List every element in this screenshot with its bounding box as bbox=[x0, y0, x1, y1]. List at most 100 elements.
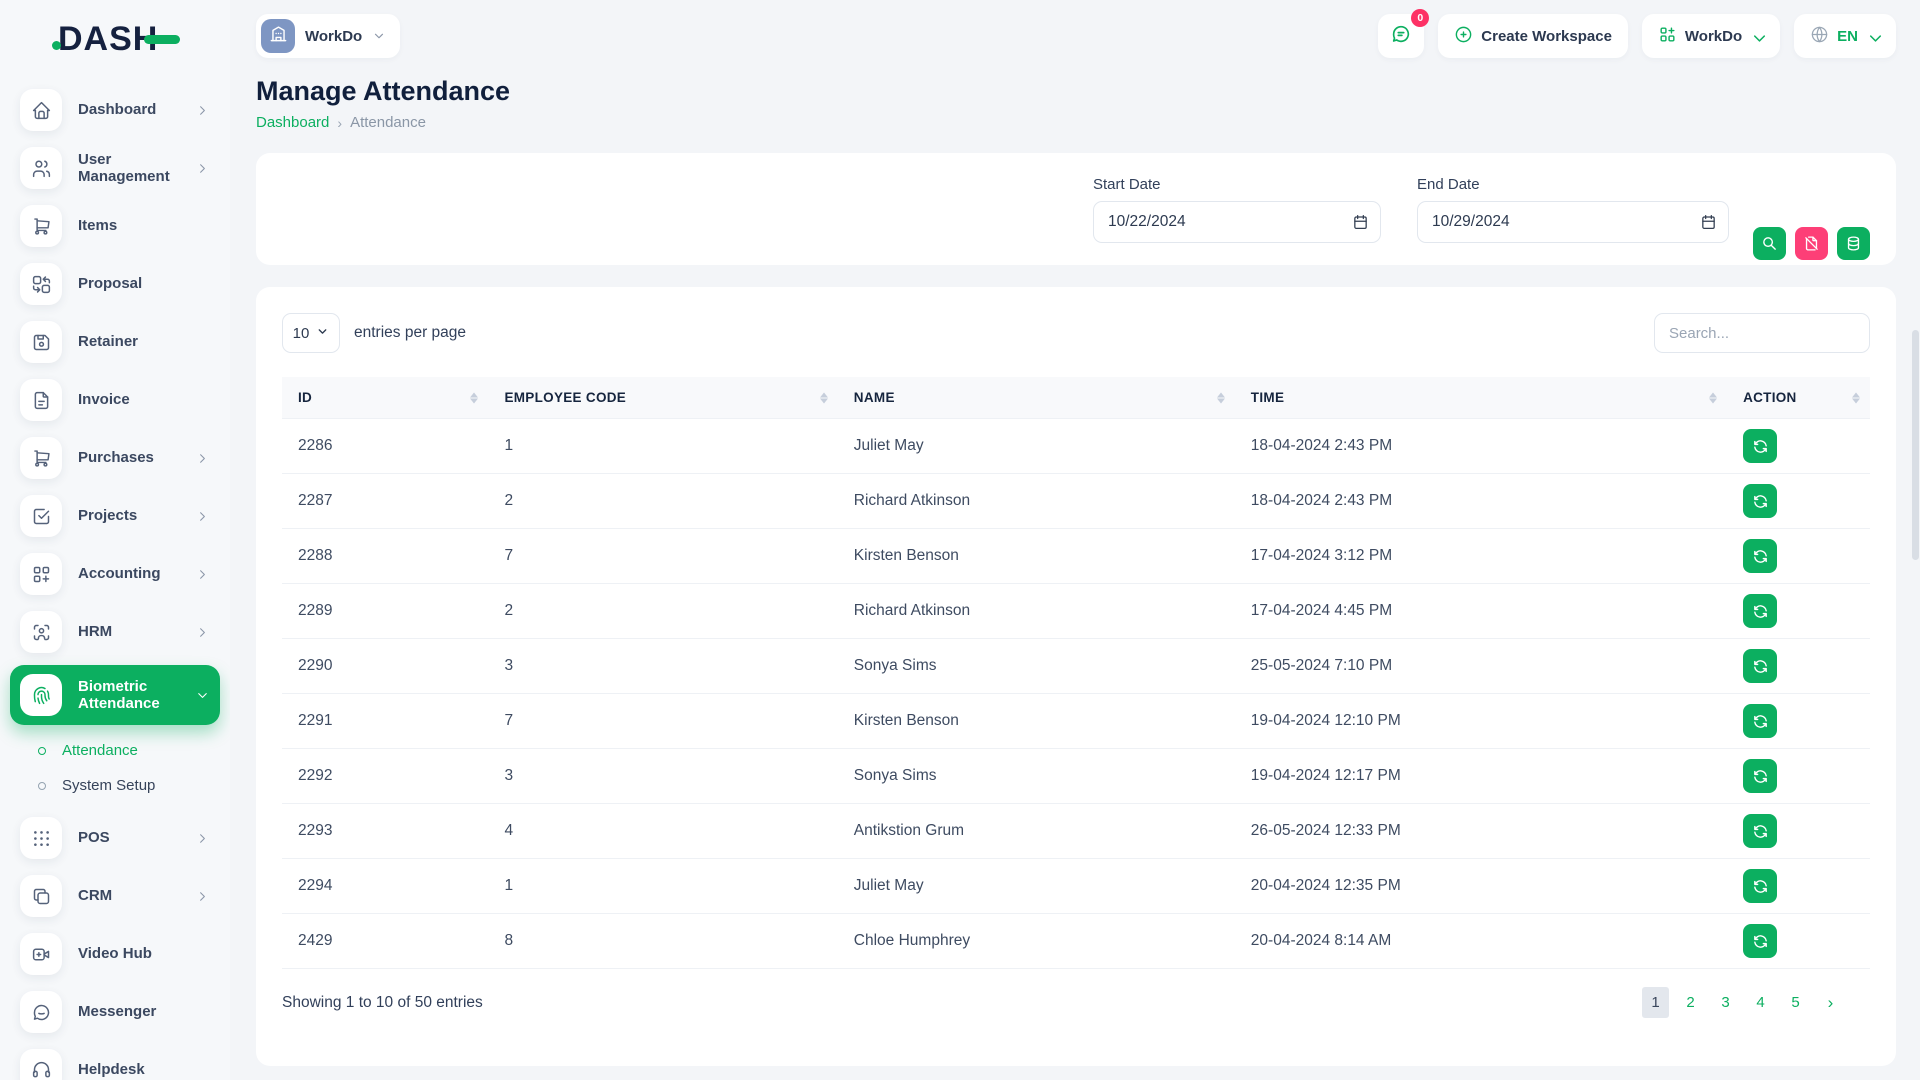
sidebar-item-dashboard[interactable]: Dashboard bbox=[10, 85, 220, 135]
workdo-menu-button[interactable]: WorkDo bbox=[1642, 14, 1780, 58]
user-scan-icon bbox=[31, 622, 52, 643]
table-row: 22923Sonya Sims19-04-2024 12:17 PM bbox=[282, 749, 1870, 804]
sidebar-item-label: Video Hub bbox=[78, 945, 210, 962]
search-filter-button[interactable] bbox=[1753, 227, 1786, 260]
resync-attendance-button[interactable] bbox=[1743, 484, 1777, 518]
grid-add-icon bbox=[1658, 25, 1677, 48]
column-header-action[interactable]: ACTION bbox=[1727, 377, 1870, 419]
sidebar-item-projects[interactable]: Projects bbox=[10, 491, 220, 541]
sort-arrows-icon bbox=[1709, 392, 1717, 403]
nav-icon-tile bbox=[20, 817, 62, 859]
cell-name: Sonya Sims bbox=[838, 639, 1235, 694]
sidebar-item-accounting[interactable]: Accounting bbox=[10, 549, 220, 599]
create-workspace-button[interactable]: Create Workspace bbox=[1438, 14, 1628, 58]
start-date-input[interactable] bbox=[1093, 201, 1381, 243]
page-button-3[interactable]: 3 bbox=[1712, 987, 1739, 1018]
sidebar-item-video-hub[interactable]: Video Hub bbox=[10, 929, 220, 979]
sidebar-item-label: User Management bbox=[78, 151, 179, 186]
cell-time: 19-04-2024 12:17 PM bbox=[1235, 749, 1727, 804]
column-header-employee-code[interactable]: EMPLOYEE CODE bbox=[488, 377, 837, 419]
table-body: 22861Juliet May18-04-2024 2:43 PM22872Ri… bbox=[282, 419, 1870, 969]
building-icon bbox=[269, 24, 288, 48]
refresh-icon bbox=[1752, 878, 1769, 895]
sidebar-item-retainer[interactable]: Retainer bbox=[10, 317, 220, 367]
column-header-label: TIME bbox=[1251, 390, 1284, 405]
cell-action bbox=[1727, 419, 1870, 474]
chevron-right-icon bbox=[195, 831, 210, 846]
search-input[interactable] bbox=[1654, 313, 1870, 353]
sidebar-item-label: Messenger bbox=[78, 1003, 210, 1020]
breadcrumb-dashboard-link[interactable]: Dashboard bbox=[256, 114, 329, 131]
column-header-label: ID bbox=[298, 390, 312, 405]
brand-logo[interactable]: DASH bbox=[58, 20, 230, 59]
sidebar-subitem-system-setup[interactable]: System Setup bbox=[10, 768, 220, 803]
language-label: EN bbox=[1837, 28, 1858, 45]
entries-per-page-select[interactable]: 10 bbox=[282, 313, 340, 353]
sidebar-subitem-label: System Setup bbox=[62, 777, 155, 794]
table-row: 22872Richard Atkinson18-04-2024 2:43 PM bbox=[282, 474, 1870, 529]
sidebar-item-items[interactable]: Items bbox=[10, 201, 220, 251]
entries-per-page-value: 10 bbox=[293, 325, 310, 342]
sidebar-item-purchases[interactable]: Purchases bbox=[10, 433, 220, 483]
chevron-down-icon bbox=[372, 29, 386, 43]
column-header-id[interactable]: ID bbox=[282, 377, 488, 419]
sidebar-subitem-attendance[interactable]: Attendance bbox=[10, 733, 220, 768]
workspace-name: WorkDo bbox=[305, 28, 362, 45]
table-footer: Showing 1 to 10 of 50 entries 12345› bbox=[282, 987, 1870, 1018]
resync-attendance-button[interactable] bbox=[1743, 814, 1777, 848]
sidebar-item-biometric-attendance[interactable]: Biometric Attendance bbox=[10, 665, 220, 725]
chevron-down-icon bbox=[195, 688, 210, 703]
resync-attendance-button[interactable] bbox=[1743, 539, 1777, 573]
end-date-input[interactable] bbox=[1417, 201, 1729, 243]
page-button-4[interactable]: 4 bbox=[1747, 987, 1774, 1018]
resync-attendance-button[interactable] bbox=[1743, 924, 1777, 958]
nav-icon-tile bbox=[20, 553, 62, 595]
cell-name: Chloe Humphrey bbox=[838, 914, 1235, 969]
cell-time: 20-04-2024 8:14 AM bbox=[1235, 914, 1727, 969]
sidebar-item-pos[interactable]: POS bbox=[10, 813, 220, 863]
sidebar-item-messenger[interactable]: Messenger bbox=[10, 987, 220, 1037]
clear-filter-button[interactable] bbox=[1795, 227, 1828, 260]
resync-attendance-button[interactable] bbox=[1743, 649, 1777, 683]
workdo-menu-label: WorkDo bbox=[1685, 28, 1742, 45]
page-button-5[interactable]: 5 bbox=[1782, 987, 1809, 1018]
cell-action bbox=[1727, 804, 1870, 859]
workspace-selector[interactable]: WorkDo bbox=[256, 14, 400, 58]
scrollbar-thumb[interactable] bbox=[1912, 330, 1919, 560]
file-off-icon bbox=[1803, 235, 1820, 252]
messages-button[interactable]: 0 bbox=[1378, 14, 1424, 58]
cell-id: 2294 bbox=[282, 859, 488, 914]
next-page-button[interactable]: › bbox=[1817, 987, 1844, 1018]
sidebar-item-user-management[interactable]: User Management bbox=[10, 143, 220, 193]
column-header-time[interactable]: TIME bbox=[1235, 377, 1727, 419]
cell-employee_code: 4 bbox=[488, 804, 837, 859]
language-selector[interactable]: EN bbox=[1794, 14, 1896, 58]
resync-attendance-button[interactable] bbox=[1743, 429, 1777, 463]
export-button[interactable] bbox=[1837, 227, 1870, 260]
sidebar-item-hrm[interactable]: HRM bbox=[10, 607, 220, 657]
resync-attendance-button[interactable] bbox=[1743, 704, 1777, 738]
page-button-2[interactable]: 2 bbox=[1677, 987, 1704, 1018]
cell-employee_code: 1 bbox=[488, 859, 837, 914]
page-button-1[interactable]: 1 bbox=[1642, 987, 1669, 1018]
sidebar-item-invoice[interactable]: Invoice bbox=[10, 375, 220, 425]
nav-icon-tile bbox=[20, 263, 62, 305]
calendar-icon[interactable] bbox=[1700, 213, 1717, 230]
create-workspace-label: Create Workspace bbox=[1481, 28, 1612, 45]
sidebar-item-proposal[interactable]: Proposal bbox=[10, 259, 220, 309]
refresh-icon bbox=[1752, 823, 1769, 840]
sidebar-item-helpdesk[interactable]: Helpdesk bbox=[10, 1045, 220, 1080]
sidebar-subitem-label: Attendance bbox=[62, 742, 138, 759]
topbar-right: 0 Create Workspace WorkDo EN bbox=[1378, 14, 1896, 58]
calendar-icon[interactable] bbox=[1352, 213, 1369, 230]
resync-attendance-button[interactable] bbox=[1743, 759, 1777, 793]
refresh-icon bbox=[1752, 603, 1769, 620]
attendance-table-card: 10 entries per page IDEMPLOYEE CODENAMET… bbox=[256, 287, 1896, 1066]
scrollbar-track[interactable] bbox=[1912, 0, 1919, 1080]
sidebar-item-crm[interactable]: CRM bbox=[10, 871, 220, 921]
column-header-label: NAME bbox=[854, 390, 895, 405]
resync-attendance-button[interactable] bbox=[1743, 869, 1777, 903]
resync-attendance-button[interactable] bbox=[1743, 594, 1777, 628]
column-header-name[interactable]: NAME bbox=[838, 377, 1235, 419]
sidebar-item-label: POS bbox=[78, 829, 179, 846]
